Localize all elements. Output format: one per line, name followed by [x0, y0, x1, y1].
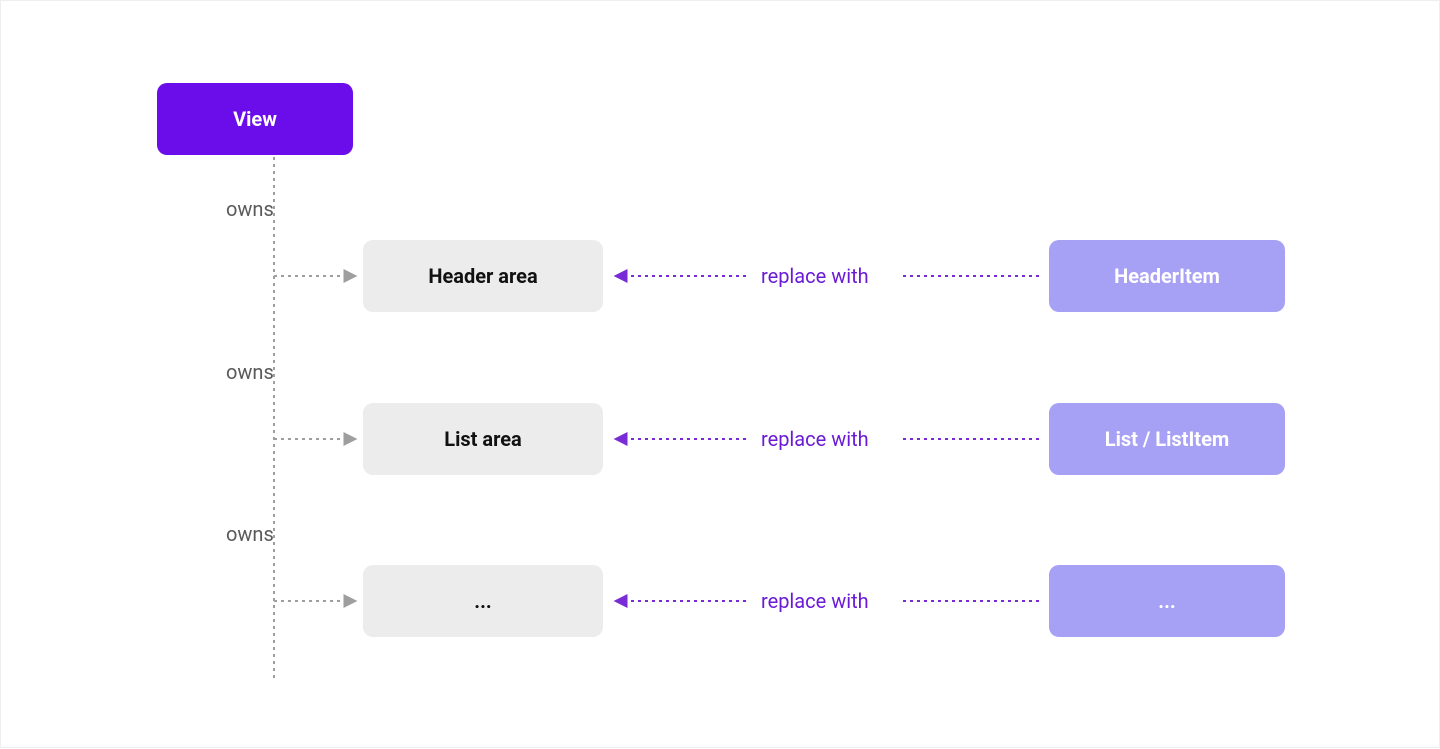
node-more-component: ... — [1049, 565, 1285, 637]
owns-label-1: owns — [226, 197, 274, 221]
node-view: View — [157, 83, 353, 155]
node-more-component-label: ... — [1158, 589, 1175, 613]
node-list-area-label: List area — [444, 427, 521, 451]
owns-label-3: owns — [226, 522, 274, 546]
node-header-item: HeaderItem — [1049, 240, 1285, 312]
node-list-listitem: List / ListItem — [1049, 403, 1285, 475]
node-more-area: ... — [363, 565, 603, 637]
node-header-area-label: Header area — [428, 264, 537, 288]
node-header-item-label: HeaderItem — [1114, 264, 1220, 288]
replace-label-2: replace with — [761, 427, 869, 451]
replace-label-3: replace with — [761, 589, 869, 613]
replace-label-1: replace with — [761, 264, 869, 288]
owns-label-2: owns — [226, 360, 274, 384]
node-list-listitem-label: List / ListItem — [1105, 427, 1229, 451]
node-list-area: List area — [363, 403, 603, 475]
node-view-label: View — [233, 107, 277, 131]
node-more-area-label: ... — [474, 589, 491, 613]
node-header-area: Header area — [363, 240, 603, 312]
diagram-frame: View owns owns owns Header area replace … — [0, 0, 1440, 748]
